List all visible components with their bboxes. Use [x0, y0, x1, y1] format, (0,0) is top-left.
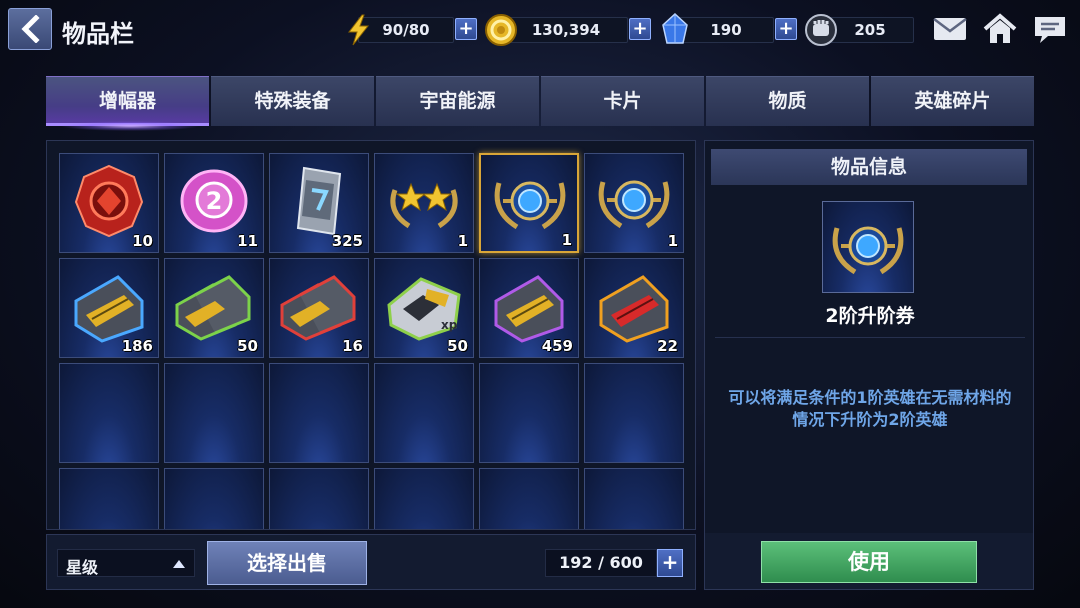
sort-dropdown[interactable]: 星级 [57, 549, 195, 577]
divider [715, 337, 1025, 338]
expand-capacity-button[interactable]: + [657, 549, 683, 577]
page-title: 物品栏 [62, 20, 134, 48]
empty-slot[interactable] [374, 468, 474, 529]
select-sell-button[interactable]: 选择出售 [207, 541, 367, 585]
item-name: 2阶升阶券 [825, 305, 915, 327]
inventory-slot[interactable]: 10 [59, 153, 159, 253]
empty-slot[interactable] [479, 468, 579, 529]
blue-gem-laurel-icon [494, 181, 566, 230]
two-star-laurel-icon [390, 182, 458, 229]
inventory-slot[interactable]: 459 [479, 258, 579, 358]
info-bottom-bar: 使用 [705, 533, 1033, 589]
inventory-slot-selected[interactable]: 1 [479, 153, 579, 253]
svg-text:2: 2 [206, 187, 223, 215]
inventory-slot[interactable]: 22 [584, 258, 684, 358]
item-count: 16 [342, 337, 363, 355]
inventory-slot[interactable]: 2 11 [164, 153, 264, 253]
empty-slot[interactable] [269, 468, 369, 529]
item-description: 可以将满足条件的1阶英雄在无需材料的情况下升阶为2阶英雄 [728, 388, 1012, 429]
empty-slot[interactable] [164, 468, 264, 529]
inventory-slot[interactable]: 1 [374, 153, 474, 253]
inventory-grid: 10 2 11 325 1 1 1 186 50 16 xp 50 459 22 [46, 140, 696, 530]
gold-value: 130,394 [504, 17, 628, 43]
blue-card-chip-icon [74, 275, 144, 343]
crystal-plus-button[interactable]: + [775, 18, 797, 40]
inventory-slot[interactable]: 1 [584, 153, 684, 253]
empty-slot[interactable] [584, 363, 684, 463]
blue-crystal-icon [662, 13, 688, 44]
pink-coin-2-icon: 2 [180, 169, 248, 233]
green-card-chip-double-icon [175, 275, 251, 341]
inventory-slot[interactable]: 325 [269, 153, 369, 253]
inventory-slot[interactable]: 186 [59, 258, 159, 358]
gold-coin-icon [485, 14, 517, 46]
red-gem-icon [74, 164, 144, 238]
empty-slot[interactable] [59, 468, 159, 529]
top-bar: 物品栏 90/80 + 130,394 + 190 + 205 [0, 0, 1080, 60]
lightning-icon [347, 14, 370, 46]
inventory-slot[interactable]: xp 50 [374, 258, 474, 358]
svg-text:xp: xp [441, 318, 458, 332]
xp-chip-icon: xp [387, 277, 461, 341]
tab-material[interactable]: 物质 [706, 76, 869, 126]
energy-resource: 90/80 + [344, 14, 480, 46]
use-button[interactable]: 使用 [761, 541, 977, 583]
sort-label: 星级 [66, 558, 99, 577]
triangle-up-icon [173, 560, 185, 568]
energy-plus-button[interactable]: + [455, 18, 477, 40]
item-preview [822, 201, 914, 293]
gold-resource: 130,394 + [485, 14, 654, 46]
empty-slot[interactable] [269, 363, 369, 463]
item-count: 11 [237, 232, 258, 250]
crystal-value: 190 [678, 17, 774, 43]
capacity-counter: 192 / 600 [545, 549, 657, 577]
item-info-header: 物品信息 [711, 149, 1027, 185]
home-icon[interactable] [982, 12, 1018, 46]
back-arrow-icon [21, 15, 40, 43]
empty-slot[interactable] [374, 363, 474, 463]
blue-gem-laurel-icon [598, 180, 670, 229]
item-count: 22 [657, 337, 678, 355]
item-count: 186 [121, 337, 153, 355]
empty-slot[interactable] [479, 363, 579, 463]
mail-icon[interactable] [932, 12, 968, 46]
inventory-bottom-bar: 星级 选择出售 192 / 600 + [46, 534, 696, 590]
item-count: 1 [457, 232, 468, 250]
item-count: 50 [237, 337, 258, 355]
inventory-slot[interactable]: 50 [164, 258, 264, 358]
item-count: 1 [667, 232, 678, 250]
fist-icon [805, 14, 837, 46]
empty-slot[interactable] [59, 363, 159, 463]
red-card-chip-icon [599, 275, 669, 343]
stamina-resource: 205 [804, 14, 916, 46]
item-count: 325 [331, 232, 363, 250]
red-card-chip-double-icon [280, 275, 356, 341]
tab-amplifier[interactable]: 增幅器 [46, 76, 209, 126]
blue-gem-laurel-icon [832, 226, 904, 275]
empty-slot[interactable] [164, 363, 264, 463]
category-tabs: 增幅器 特殊装备 宇宙能源 卡片 物质 英雄碎片 [46, 76, 1034, 126]
item-info-panel: 物品信息 2阶升阶券 可以将满足条件的1阶英雄在无需材料的情况下升阶为2阶英雄 … [704, 140, 1034, 590]
gold-plus-button[interactable]: + [629, 18, 651, 40]
tab-special-equipment[interactable]: 特殊装备 [211, 76, 374, 126]
crystal-resource: 190 + [658, 13, 798, 44]
item-count: 10 [132, 232, 153, 250]
tab-cards[interactable]: 卡片 [541, 76, 704, 126]
silver-ticket-icon [296, 166, 342, 236]
tab-cosmic-energy[interactable]: 宇宙能源 [376, 76, 539, 126]
active-tab-glow [60, 121, 200, 131]
item-count: 1 [561, 231, 572, 249]
item-count: 50 [447, 337, 468, 355]
stamina-value: 205 [826, 17, 914, 43]
back-button[interactable] [8, 8, 52, 50]
tab-hero-shards[interactable]: 英雄碎片 [871, 76, 1034, 126]
chat-icon[interactable] [1032, 12, 1068, 46]
inventory-slot[interactable]: 16 [269, 258, 369, 358]
empty-slot[interactable] [584, 468, 684, 529]
item-count: 459 [541, 337, 573, 355]
purple-card-chip-icon [494, 275, 564, 343]
